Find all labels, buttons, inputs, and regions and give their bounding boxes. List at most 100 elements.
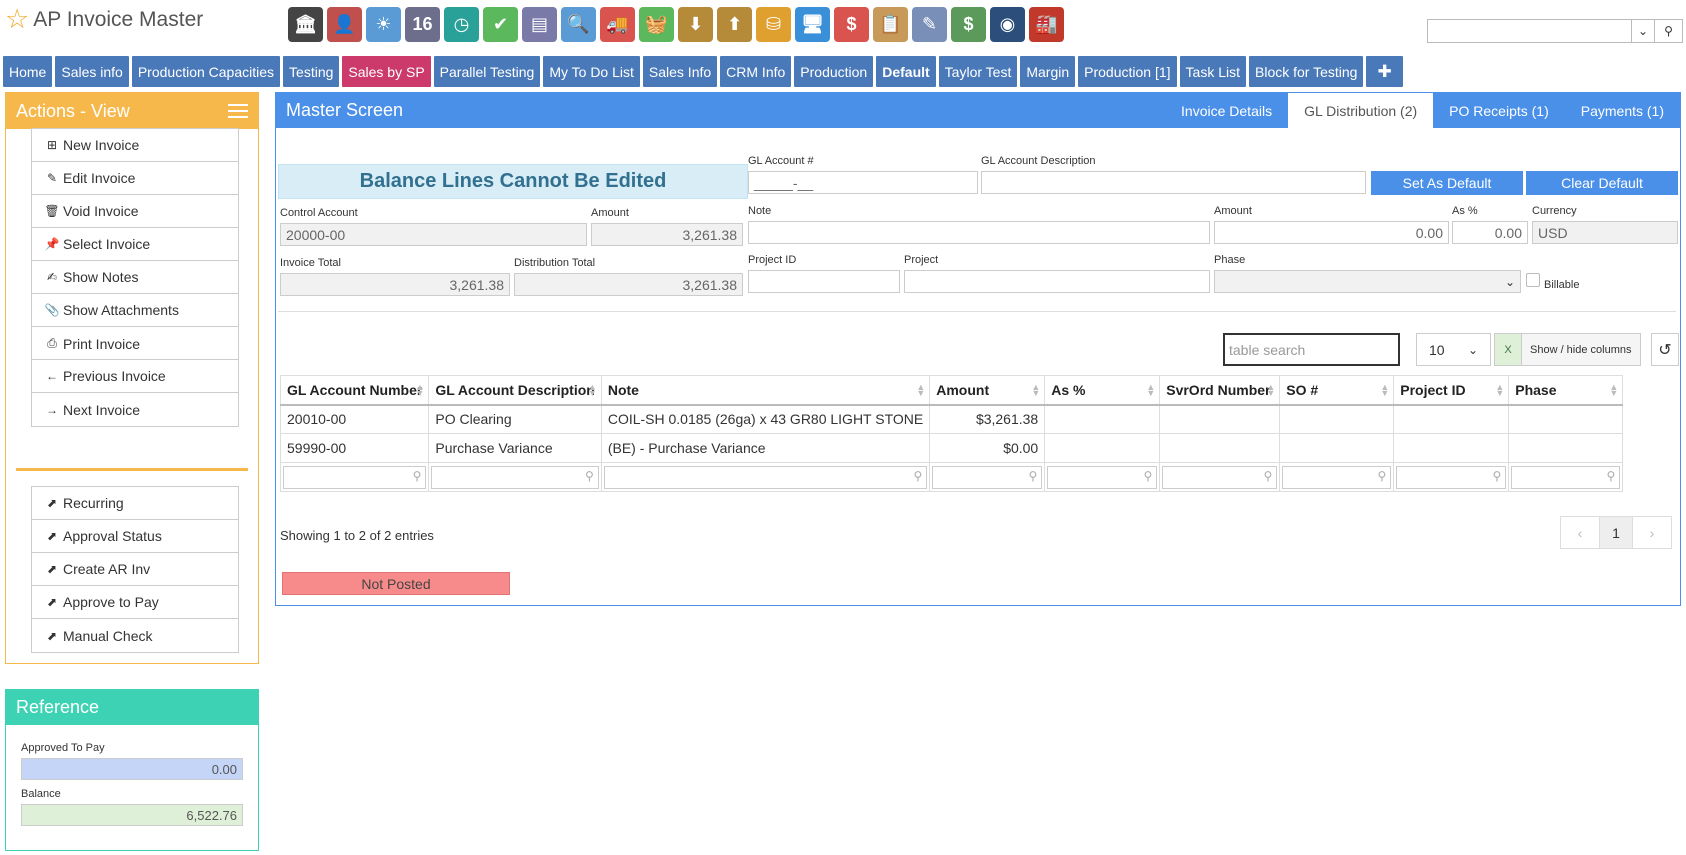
weather-icon[interactable]: ☀ xyxy=(366,7,401,42)
user-icon[interactable]: 👤 xyxy=(327,7,362,42)
nav-tab-crm-info[interactable]: CRM Info xyxy=(720,56,792,87)
global-search-input[interactable] xyxy=(1427,19,1631,43)
dollar-chat-icon[interactable]: $ xyxy=(834,7,869,42)
bank-icon[interactable]: 🏛 xyxy=(288,7,323,42)
gl-account-input[interactable]: _____-__ xyxy=(748,171,978,194)
nav-tab-taylor-test[interactable]: Taylor Test xyxy=(938,56,1018,87)
nav-tab-add[interactable]: ✚ xyxy=(1366,56,1403,87)
action-create-ar-inv[interactable]: ⬈ Create AR Inv xyxy=(32,553,238,586)
nav-tab-sales-info[interactable]: Sales Info xyxy=(642,56,718,87)
basket-icon[interactable]: 🧺 xyxy=(639,7,674,42)
nav-tab-my-to-do-list[interactable]: My To Do List xyxy=(543,56,640,87)
tab-gl-distribution-2[interactable]: GL Distribution (2) xyxy=(1288,93,1434,128)
action-approve-to-pay[interactable]: ⬈ Approve to Pay xyxy=(32,586,238,619)
gl-account-description-input[interactable] xyxy=(981,171,1366,194)
nav-tab-production[interactable]: Production xyxy=(794,56,874,87)
note-input[interactable] xyxy=(748,221,1210,244)
column-header-as[interactable]: As % ▲ ▼ xyxy=(1044,375,1161,406)
pager-prev[interactable]: ‹ xyxy=(1561,517,1599,548)
column-filter-input[interactable]: ⚲ xyxy=(603,465,928,489)
nav-tab-sales-info[interactable]: Sales info xyxy=(55,56,129,87)
column-header-phase[interactable]: Phase ▲ ▼ xyxy=(1508,375,1624,406)
nav-tab-production-1[interactable]: Production [1] xyxy=(1078,56,1177,87)
column-filter-input[interactable]: ⚲ xyxy=(1511,465,1621,489)
action-edit-invoice[interactable]: ✎ Edit Invoice xyxy=(32,162,238,195)
control-account-field[interactable]: 20000-00 xyxy=(280,223,587,246)
action-void-invoice[interactable]: 🗑 Void Invoice xyxy=(32,195,238,228)
action-print-invoice[interactable]: ⎙ Print Invoice xyxy=(32,327,238,360)
nav-tab-block-for-testing[interactable]: Block for Testing xyxy=(1249,56,1364,87)
column-header-project-id[interactable]: Project ID ▲ ▼ xyxy=(1393,375,1510,406)
clear-default-button[interactable]: Clear Default xyxy=(1526,171,1678,195)
column-filter-input[interactable]: ⚲ xyxy=(431,465,599,489)
invoice-total-field[interactable]: 3,261.38 xyxy=(280,273,510,296)
tab-invoice-details[interactable]: Invoice Details xyxy=(1165,93,1288,128)
nav-tab-home[interactable]: Home xyxy=(3,56,53,87)
column-filter-input[interactable]: ⚲ xyxy=(283,465,427,489)
pager-page-1[interactable]: 1 xyxy=(1599,517,1633,548)
truck-icon[interactable]: 🚚 xyxy=(600,7,635,42)
line-amount-input[interactable]: 0.00 xyxy=(1214,221,1449,244)
amount-field[interactable]: 3,261.38 xyxy=(591,223,743,246)
checkmark-icon[interactable]: ✔ xyxy=(483,7,518,42)
action-show-attachments[interactable]: 📎 Show Attachments xyxy=(32,294,238,327)
column-filter-input[interactable]: ⚲ xyxy=(1162,465,1278,489)
column-header-gl-account-description[interactable]: GL Account Description ▲ ▼ xyxy=(428,375,602,406)
reset-icon[interactable]: ↺ xyxy=(1651,333,1679,366)
nav-tab-default[interactable]: Default xyxy=(876,56,936,87)
tab-po-receipts-1[interactable]: PO Receipts (1) xyxy=(1433,93,1565,128)
pager-next[interactable]: › xyxy=(1633,517,1671,548)
table-row[interactable]: 59990-00 Purchase Variance (BE) - Purchase… xyxy=(279,433,1624,463)
phase-select[interactable]: ⌄ xyxy=(1214,270,1521,293)
column-header-svrord-number[interactable]: SvrOrd Number ▲ ▼ xyxy=(1159,375,1281,406)
coins-hand-icon[interactable]: ⛁ xyxy=(756,7,791,42)
nav-tab-production-capacities[interactable]: Production Capacities xyxy=(131,56,281,87)
column-header-amount[interactable]: Amount ▲ ▼ xyxy=(929,375,1046,406)
nav-tab-margin[interactable]: Margin xyxy=(1020,56,1076,87)
clipboard-icon[interactable]: 📋 xyxy=(873,7,908,42)
monitor-icon[interactable]: 🖥 xyxy=(795,7,830,42)
page-size-select[interactable]: 10 ⌄ xyxy=(1416,333,1491,366)
magnifier-icon[interactable]: 🔍 xyxy=(561,7,596,42)
column-header-so[interactable]: SO # ▲ ▼ xyxy=(1279,375,1395,406)
action-previous-invoice[interactable]: ← Previous Invoice xyxy=(32,360,238,393)
distribution-total-field[interactable]: 3,261.38 xyxy=(514,273,743,296)
table-search-input[interactable]: table search xyxy=(1223,333,1400,366)
column-filter-input[interactable]: ⚲ xyxy=(1282,465,1392,489)
column-filter-input[interactable]: ⚲ xyxy=(1047,465,1158,489)
search-icon[interactable]: ⚲ xyxy=(1655,19,1683,43)
action-next-invoice[interactable]: → Next Invoice xyxy=(32,393,238,426)
column-filter-input[interactable]: ⚲ xyxy=(1396,465,1507,489)
action-manual-check[interactable]: ⬈ Manual Check xyxy=(32,619,238,652)
action-select-invoice[interactable]: 📌 Select Invoice xyxy=(32,228,238,261)
star-icon[interactable]: ☆ xyxy=(5,6,29,33)
nav-tab-testing[interactable]: Testing xyxy=(283,56,340,87)
nav-tab-task-list[interactable]: Task List xyxy=(1179,56,1246,87)
action-approval-status[interactable]: ⬈ Approval Status xyxy=(32,520,238,553)
hamburger-menu-icon[interactable] xyxy=(228,104,248,118)
tab-payments-1[interactable]: Payments (1) xyxy=(1565,93,1680,128)
nav-tab-sales-by-sp[interactable]: Sales by SP xyxy=(342,56,431,87)
factory-icon[interactable]: 🏭 xyxy=(1029,7,1064,42)
download-box-icon[interactable]: ⬇ xyxy=(678,7,713,42)
clock-icon[interactable]: ◷ xyxy=(444,7,479,42)
table-row[interactable]: 20010-00 PO Clearing COIL-SH 0.0185 (26ga)… xyxy=(279,404,1624,434)
calendar-icon[interactable]: 16 xyxy=(405,7,440,42)
excel-icon[interactable]: X xyxy=(1495,334,1522,365)
safe-icon[interactable]: ◉ xyxy=(990,7,1025,42)
action-recurring[interactable]: ⬈ Recurring xyxy=(32,487,238,520)
column-filter-input[interactable]: ⚲ xyxy=(932,465,1043,489)
pencil-icon[interactable]: ✎ xyxy=(912,7,947,42)
billable-checkbox[interactable] xyxy=(1526,273,1540,287)
cash-icon[interactable]: $ xyxy=(951,7,986,42)
show-hide-columns-button[interactable]: X Show / hide columns xyxy=(1494,333,1641,366)
upload-box-icon[interactable]: ⬆ xyxy=(717,7,752,42)
chevron-down-icon[interactable]: ⌄ xyxy=(1631,19,1655,43)
action-new-invoice[interactable]: ⊞ New Invoice xyxy=(32,129,238,162)
action-show-notes[interactable]: ✍ Show Notes xyxy=(32,261,238,294)
project-id-input[interactable] xyxy=(748,270,900,293)
project-input[interactable] xyxy=(904,270,1210,293)
column-header-note[interactable]: Note ▲ ▼ xyxy=(600,375,931,406)
column-header-gl-account-number[interactable]: GL Account Number ▲ ▼ xyxy=(279,375,430,406)
as-percent-input[interactable]: 0.00 xyxy=(1452,221,1528,244)
